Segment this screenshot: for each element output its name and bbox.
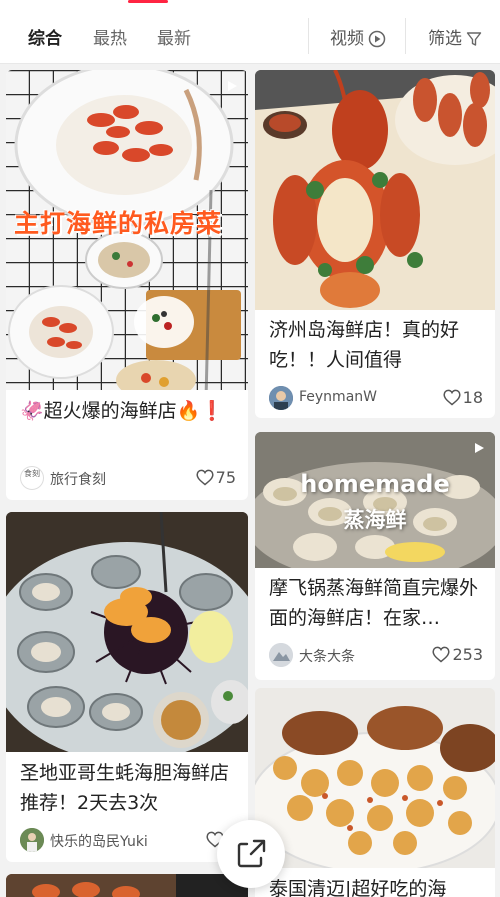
cover-overlay-subtitle: 蒸海鲜 [343, 508, 407, 532]
note-card[interactable]: 泰国清迈|超好吃的海 [255, 688, 495, 897]
filter-label: 筛选 [428, 29, 462, 49]
tab-hottest[interactable]: 最热 [93, 24, 127, 49]
like-count: 18 [462, 388, 483, 407]
video-badge-icon [475, 443, 484, 453]
filter-tabs: 综合 最热 最新 视频 筛选 [0, 8, 500, 64]
avatar[interactable] [20, 828, 44, 852]
note-cover-image [255, 688, 495, 868]
top-bar [0, 0, 500, 8]
note-cover-image [6, 874, 248, 897]
note-card[interactable] [6, 874, 248, 897]
note-meta: 食刻 旅行食刻 75 [20, 466, 236, 490]
filter-icon [466, 32, 482, 46]
heart-icon [443, 389, 461, 406]
note-title: 摩飞锅蒸海鲜简直完爆外面的海鲜店！在家… [269, 577, 479, 629]
note-cover-image [6, 512, 248, 752]
note-meta: 快乐的岛民Yuki 3 [20, 828, 236, 852]
avatar-image [20, 828, 44, 852]
video-badge-icon [228, 81, 237, 91]
like-button[interactable]: 75 [196, 468, 236, 487]
avatar[interactable] [269, 643, 293, 667]
author-name[interactable]: 旅行食刻 [50, 469, 106, 489]
author-name[interactable]: FeynmanW [299, 389, 377, 405]
cover-overlay-title: homemade [300, 470, 450, 498]
note-meta: FeynmanW 18 [269, 386, 483, 410]
tab-newest[interactable]: 最新 [157, 24, 191, 49]
lobster-photo [255, 70, 495, 310]
heart-icon [432, 646, 451, 663]
avatar[interactable] [269, 386, 293, 410]
play-circle-icon [368, 30, 386, 48]
like-button[interactable]: 253 [432, 645, 483, 664]
like-count: 75 [215, 468, 236, 487]
divider [308, 18, 309, 54]
fried-crab-photo [255, 688, 495, 868]
share-icon [237, 839, 266, 868]
author-name[interactable]: 快乐的岛民Yuki [50, 831, 148, 851]
note-title: 🦑超火爆的海鲜店🔥❗ [20, 400, 224, 422]
note-cover-image: 主打海鲜的私房菜 [6, 70, 248, 390]
avatar-image [269, 386, 293, 410]
active-indicator [128, 0, 168, 3]
heart-icon [196, 469, 214, 486]
note-cover-image: homemade 蒸海鲜 [255, 432, 495, 568]
avatar[interactable]: 食刻 [20, 466, 44, 490]
cover-overlay-text: 主打海鲜的私房菜 [14, 209, 223, 238]
tab-video[interactable]: 视频 [330, 24, 386, 49]
author-name[interactable]: 大条大条 [299, 646, 355, 666]
oyster-urchin-photo [6, 512, 248, 752]
note-meta: 大条大条 253 [269, 643, 483, 667]
filter-button[interactable]: 筛选 [428, 24, 482, 49]
tab-comprehensive[interactable]: 综合 [28, 24, 62, 49]
avatar-image [269, 643, 293, 667]
tab-video-label: 视频 [330, 29, 364, 49]
like-count: 253 [452, 645, 483, 664]
note-title: 济州岛海鲜店！真的好吃！！人间值得 [269, 319, 460, 371]
like-button[interactable]: 18 [443, 388, 483, 407]
seafood-photo [6, 874, 248, 897]
note-cover-image [255, 70, 495, 310]
note-card[interactable]: homemade 蒸海鲜 摩飞锅蒸海鲜简直完爆外面的海鲜店！在家… 大条大条 2… [255, 432, 495, 680]
steamed-seafood-photo [255, 432, 495, 568]
note-card[interactable]: 济州岛海鲜店！真的好吃！！人间值得 FeynmanW 18 [255, 70, 495, 418]
note-card[interactable]: 圣地亚哥生蚝海胆海鲜店推荐！2天去3次 快乐的岛民Yuki 3 [6, 512, 248, 862]
note-title: 圣地亚哥生蚝海胆海鲜店推荐！2天去3次 [20, 762, 230, 814]
share-button[interactable] [217, 820, 285, 888]
note-title: 泰国清迈|超好吃的海 [269, 878, 447, 897]
divider [405, 18, 406, 54]
note-card[interactable]: 主打海鲜的私房菜 🦑超火爆的海鲜店🔥❗ 食刻 旅行食刻 75 [6, 70, 248, 500]
